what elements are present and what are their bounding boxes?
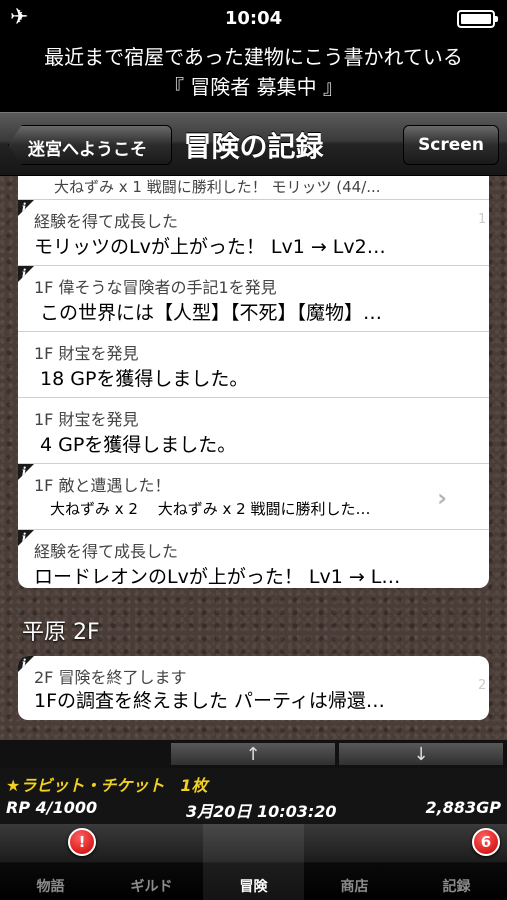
log-cell-partial[interactable]: 大ねずみ x 1 戦闘に勝利した！ モリッツ (44/... xyxy=(18,176,489,200)
scroll-up-button[interactable]: ↑ xyxy=(170,742,336,766)
chevron-right-icon: › xyxy=(437,484,447,512)
navigation-bar: 迷宮へようこそ 冒険の記録 Screen xyxy=(0,112,507,176)
rp-value: RP 4/1000 xyxy=(6,798,98,817)
log-cell-title: この世界には【人型】【不死】【魔物】… xyxy=(40,302,383,324)
log-cell-subtitle: 経験を得て成長した xyxy=(34,542,179,561)
log-cell-title: 18 GPを獲得しました。 xyxy=(40,368,249,390)
tab-story[interactable]: ! 物語 xyxy=(0,824,101,900)
log-cell-subtitle: 1F 財宝を発見 xyxy=(34,410,139,429)
info-icon: i xyxy=(18,266,34,282)
ticket-count: ★ラビット・チケット 1枚 xyxy=(6,776,208,795)
tab-label: 冒険 xyxy=(239,879,268,895)
log-cell[interactable]: i 経験を得て成長した モリッツのLvが上がった！ Lv1 → Lv2… xyxy=(18,200,489,266)
section-index-label: 2 xyxy=(478,678,487,693)
player-info-bar: ★ラビット・チケット 1枚 RP 4/1000 3月20日 10:03:20 2… xyxy=(0,768,507,824)
info-icon: i xyxy=(18,200,34,216)
log-cell-subtitle: 経験を得て成長した xyxy=(34,212,179,231)
message-line-1: 最近まで宿屋であった建物にこう書かれている xyxy=(44,45,463,69)
message-banner: 最近まで宿屋であった建物にこう書かれている 『 冒険者 募集中 』 xyxy=(0,38,507,112)
status-bar: ✈ 10:04 xyxy=(0,0,507,38)
tab-label: 記録 xyxy=(442,879,471,895)
log-cell-partial-text: 大ねずみ x 1 戦闘に勝利した！ モリッツ (44/... xyxy=(54,178,381,196)
log-cell-title: 大ねずみ x 2 大ねずみ x 2 戦闘に勝利した… xyxy=(50,500,371,518)
count-badge: 6 xyxy=(472,828,500,856)
scroll-controls: ↑ ↓ xyxy=(0,740,507,768)
info-icon: i xyxy=(18,464,34,480)
alert-badge: ! xyxy=(68,828,96,856)
log-cell[interactable]: i 1F 敵と遭遇した！ 大ねずみ x 2 大ねずみ x 2 戦闘に勝利した… … xyxy=(18,464,489,530)
log-group-2F: i 2F 冒険を終了します 1Fの調査を終えました パーティは帰還… xyxy=(18,656,489,720)
log-cell-subtitle: 1F 偉そうな冒険者の手記1を発見 xyxy=(34,278,277,297)
log-group-1F: 大ねずみ x 1 戦闘に勝利した！ モリッツ (44/... i 経験を得て成長… xyxy=(18,176,489,588)
log-cell-title: 4 GPを獲得しました。 xyxy=(40,434,237,456)
log-cell-subtitle: 1F 財宝を発見 xyxy=(34,344,139,363)
game-datetime: 3月20日 10:03:20 xyxy=(186,802,337,821)
log-cell[interactable]: 1F 財宝を発見 4 GPを獲得しました。 xyxy=(18,398,489,464)
log-cell-title: モリッツのLvが上がった！ Lv1 → Lv2… xyxy=(34,236,386,258)
tab-label: 商店 xyxy=(340,879,369,895)
log-cell[interactable]: i 1F 偉そうな冒険者の手記1を発見 この世界には【人型】【不死】【魔物】… xyxy=(18,266,489,332)
tab-label: 物語 xyxy=(36,879,65,895)
gp-value: 2,883GP xyxy=(425,798,501,817)
log-cell[interactable]: 1F 財宝を発見 18 GPを獲得しました。 xyxy=(18,332,489,398)
log-scroll-view[interactable]: 大ねずみ x 1 戦闘に勝利した！ モリッツ (44/... i 経験を得て成長… xyxy=(0,176,507,740)
battery-icon xyxy=(457,10,498,28)
log-cell-title: 1Fの調査を終えました パーティは帰還… xyxy=(34,690,385,712)
tab-shop[interactable]: 商店 xyxy=(304,824,405,900)
scroll-down-button[interactable]: ↓ xyxy=(338,742,504,766)
info-icon: i xyxy=(18,656,34,672)
log-cell[interactable]: i 2F 冒険を終了します 1Fの調査を終えました パーティは帰還… xyxy=(18,656,489,720)
tab-guild[interactable]: ギルド xyxy=(101,824,202,900)
log-cell-title: ロードレオンのLvが上がった！ Lv1 → L… xyxy=(34,566,401,588)
info-icon: i xyxy=(18,530,34,546)
message-line-2: 『 冒険者 募集中 』 xyxy=(163,75,344,99)
section-index-label: 1 xyxy=(478,212,487,227)
section-header: 平原 2F xyxy=(22,620,100,645)
status-time: 10:04 xyxy=(224,8,283,29)
screen-button[interactable]: Screen xyxy=(403,125,499,165)
tab-bar: ! 物語 ギルド 冒険 商店 6 記録 xyxy=(0,824,507,900)
log-cell-subtitle: 2F 冒険を終了します xyxy=(34,668,187,687)
tab-record[interactable]: 6 記録 xyxy=(406,824,507,900)
tab-label: ギルド xyxy=(130,879,173,895)
tab-adventure[interactable]: 冒険 xyxy=(203,824,304,900)
log-cell[interactable]: i 経験を得て成長した ロードレオンのLvが上がった！ Lv1 → L… xyxy=(18,530,489,588)
log-cell-subtitle: 1F 敵と遭遇した！ xyxy=(34,476,171,495)
